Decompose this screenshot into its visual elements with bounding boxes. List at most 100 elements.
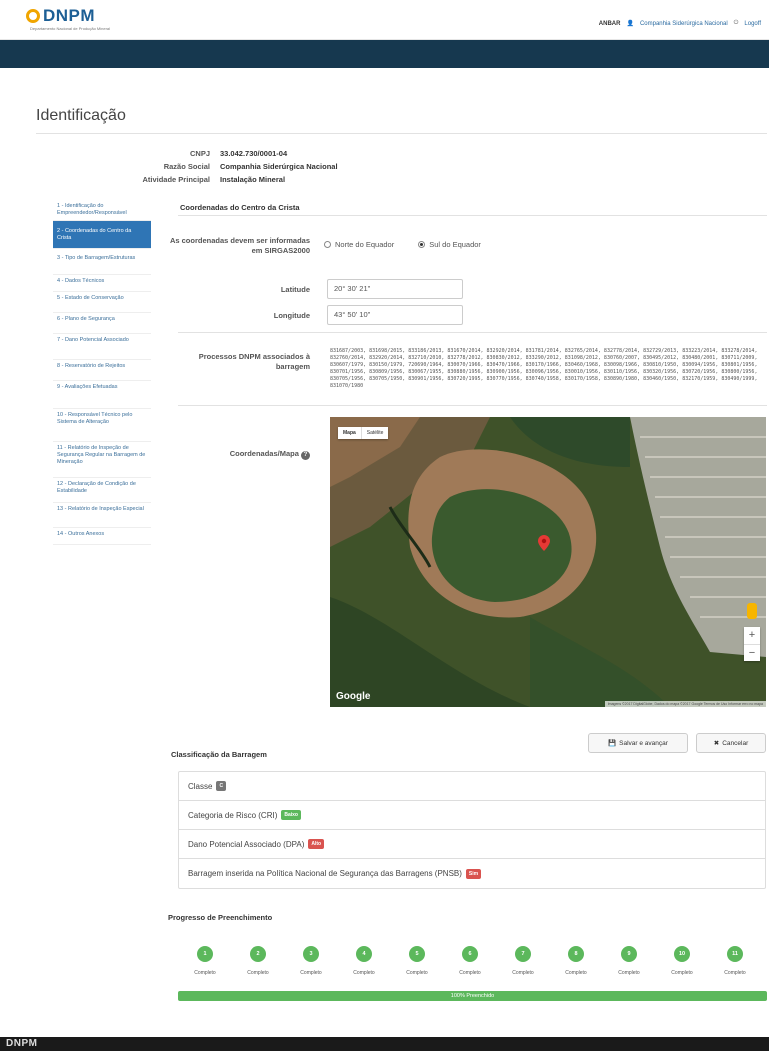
help-icon[interactable]: ? xyxy=(301,451,310,460)
progress-step[interactable]: 2 Completo xyxy=(231,946,285,976)
classification-panel: Classe C Categoria de Risco (CRI) Baixo … xyxy=(178,771,766,889)
step-status: Completo xyxy=(671,970,693,976)
step-status: Completo xyxy=(459,970,481,976)
step-status: Completo xyxy=(300,970,322,976)
sidebar-item-5[interactable]: 5 - Estado de Conservação xyxy=(53,292,151,313)
progress-step[interactable]: 7 Completo xyxy=(496,946,550,976)
hemisphere-radio-group: Norte do Equador Sul do Equador xyxy=(324,240,481,249)
cnpj-label: CNPJ xyxy=(189,149,210,158)
coords-section-title: Coordenadas do Centro da Crista xyxy=(180,203,300,212)
progress-step[interactable]: 3 Completo xyxy=(284,946,338,976)
logout-link[interactable]: Logoff xyxy=(744,21,761,27)
dnpm-logo[interactable]: DNPM xyxy=(26,6,95,26)
sidebar-item-2[interactable]: 2 - Coordenadas do Centro da Crista xyxy=(53,221,151,249)
sidebar-item-14[interactable]: 14 - Outros Anexos xyxy=(53,528,151,545)
zoom-control: + − xyxy=(744,627,760,661)
map-attribution[interactable]: Imagens ©2017 DigitalGlobe, Dados do map… xyxy=(604,701,766,707)
progress-step[interactable]: 4 Completo xyxy=(337,946,391,976)
step-status: Completo xyxy=(247,970,269,976)
sidebar-item-12[interactable]: 12 - Declaração de Condição de Estabilid… xyxy=(53,478,151,503)
identification-block: CNPJ 33.042.730/0001-04 Razão Social Compa… xyxy=(100,147,338,186)
longitude-input[interactable]: 43° 50' 10" xyxy=(327,305,463,325)
map-type-satellite[interactable]: Satélite xyxy=(362,427,389,439)
step-sidebar: 1 - Identificação do Empreendedor/Respon… xyxy=(53,200,151,545)
step-number: 11 xyxy=(727,946,743,962)
razao-label: Razão Social xyxy=(163,162,210,171)
close-icon: ✖ xyxy=(713,740,720,747)
top-bar: DNPM Departamento Nacional de Produção M… xyxy=(0,0,769,40)
progress-step[interactable]: 1 Completo xyxy=(178,946,232,976)
step-status: Completo xyxy=(194,970,216,976)
classification-title: Classificação da Barragem xyxy=(171,750,267,759)
step-status: Completo xyxy=(618,970,640,976)
divider xyxy=(178,215,767,216)
radio-south[interactable]: Sul do Equador xyxy=(418,240,481,249)
progress-step[interactable]: 10 Completo xyxy=(655,946,709,976)
classe-label: Classe xyxy=(188,781,213,791)
cri-row: Categoria de Risco (CRI) Baixo xyxy=(179,801,765,830)
pegman-icon[interactable] xyxy=(747,603,757,619)
logo-mark-icon xyxy=(26,9,40,23)
processos-label: Processos DNPM associados à barragem xyxy=(198,352,310,371)
step-status: Completo xyxy=(353,970,375,976)
sidebar-item-4[interactable]: 4 - Dados Técnicos xyxy=(53,275,151,292)
footer: DNPM xyxy=(0,1037,769,1051)
classe-row: Classe C xyxy=(179,772,765,801)
step-number: 6 xyxy=(462,946,478,962)
progress-step[interactable]: 11 Completo xyxy=(708,946,762,976)
map-type-control: Mapa Satélite xyxy=(338,427,389,439)
map-label: Coordenadas/Mapa ? xyxy=(180,449,310,460)
divider xyxy=(178,405,767,406)
map-type-map[interactable]: Mapa xyxy=(338,427,362,439)
nav-band xyxy=(0,40,769,68)
user-icon: 👤 xyxy=(626,21,634,27)
sidebar-item-9[interactable]: 9 - Avaliações Efetuadas xyxy=(53,381,151,409)
progress-bar: 100% Preenchido xyxy=(178,991,767,1001)
progress-step[interactable]: 9 Completo xyxy=(602,946,656,976)
cnpj-value: 33.042.730/0001-04 xyxy=(220,149,288,158)
cancel-button[interactable]: ✖ Cancelar xyxy=(696,733,766,753)
progress-step[interactable]: 5 Completo xyxy=(390,946,444,976)
sidebar-item-1[interactable]: 1 - Identificação do Empreendedor/Respon… xyxy=(53,200,151,221)
divider xyxy=(178,332,767,333)
step-number: 4 xyxy=(356,946,372,962)
satellite-imagery xyxy=(330,417,766,707)
divider xyxy=(36,133,767,134)
sidebar-item-7[interactable]: 7 - Dano Potencial Associado xyxy=(53,334,151,360)
logo-subtitle: Departamento Nacional de Produção Minera… xyxy=(30,26,111,31)
map-view[interactable]: Mapa Satélite + − Google Imagens ©2017 D… xyxy=(330,417,766,707)
atividade-value: Instalação Mineral xyxy=(220,175,286,184)
radio-south-label: Sul do Equador xyxy=(429,240,481,249)
step-number: 9 xyxy=(621,946,637,962)
map-marker-icon[interactable] xyxy=(538,535,550,551)
user-id: ANBAR xyxy=(598,20,621,27)
progress-step[interactable]: 8 Completo xyxy=(549,946,603,976)
page-title: Identificação xyxy=(36,107,126,124)
sidebar-item-6[interactable]: 6 - Plano de Segurança xyxy=(53,313,151,334)
step-number: 7 xyxy=(515,946,531,962)
razao-value: Companhia Siderúrgica Nacional xyxy=(220,162,338,171)
footer-logo: DNPM xyxy=(6,1038,38,1049)
google-logo: Google xyxy=(336,691,371,702)
zoom-in-button[interactable]: + xyxy=(744,627,760,644)
save-next-button[interactable]: 💾 Salvar e avançar xyxy=(588,733,688,753)
sidebar-item-11[interactable]: 11 - Relatório de Inspeção de Segurança … xyxy=(53,442,151,478)
sidebar-item-3[interactable]: 3 - Tipo de Barragem/Estruturas xyxy=(53,249,151,275)
radio-checked-icon xyxy=(418,241,426,248)
latitude-input[interactable]: 20° 30' 21" xyxy=(327,279,463,299)
step-number: 8 xyxy=(568,946,584,962)
sidebar-item-13[interactable]: 13 - Relatório de Inspeção Especial xyxy=(53,503,151,528)
sidebar-item-8[interactable]: 8 - Reservatório de Rejeitos xyxy=(53,360,151,381)
power-icon: ⏻ xyxy=(733,20,739,26)
company-link[interactable]: Companhia Siderúrgica Nacional xyxy=(640,21,728,27)
progress-step[interactable]: 6 Completo xyxy=(443,946,497,976)
logo-text: DNPM xyxy=(43,6,96,25)
map-label-text: Coordenadas/Mapa xyxy=(229,449,299,458)
progress-title: Progresso de Preenchimento xyxy=(168,913,273,922)
sidebar-item-10[interactable]: 10 - Responsável Técnico pelo Sistema de… xyxy=(53,409,151,442)
step-status: Completo xyxy=(724,970,746,976)
radio-north[interactable]: Norte do Equador xyxy=(324,240,394,249)
radio-north-label: Norte do Equador xyxy=(335,240,395,249)
zoom-out-button[interactable]: − xyxy=(744,644,760,661)
dpa-label: Dano Potencial Associado (DPA) xyxy=(188,839,305,849)
